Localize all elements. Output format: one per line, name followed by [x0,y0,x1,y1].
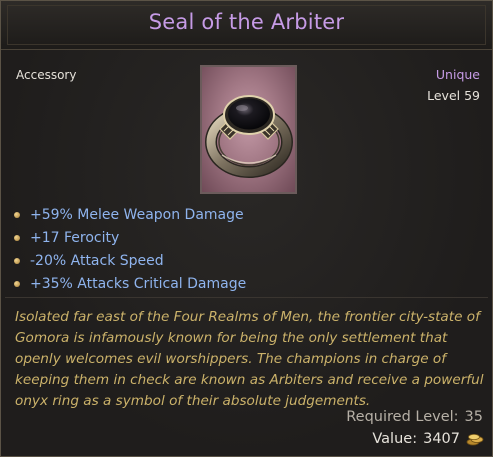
lore-line: Gomora is infamously known for being the… [15,330,448,346]
stat-row: +17 Ferocity [12,226,246,249]
gold-coins-icon [466,434,484,446]
stat-text: +17 Ferocity [30,229,120,246]
stat-text: +59% Melee Weapon Damage [30,206,244,223]
bullet-icon [14,280,20,287]
onyx-ring-icon [205,95,293,178]
required-level-value: 35 [464,409,483,425]
required-level-label: Required Level: [346,409,459,425]
lore-line: Isolated far east of the Four Realms of … [15,309,480,325]
stat-text: -20% Attack Speed [30,252,164,269]
item-level: Level 59 [427,88,480,103]
stat-row: +59% Melee Weapon Damage [12,203,246,226]
title-bar: Seal of the Arbiter [1,1,492,50]
stat-list: +59% Melee Weapon Damage +17 Ferocity -2… [12,203,246,295]
item-value: Value: 3407 [372,431,484,447]
bullet-icon [14,211,20,218]
required-level: Required Level: 35 [346,409,483,425]
stat-row: +35% Attacks Critical Damage [12,272,246,295]
item-rarity: Unique [435,67,480,82]
lore-line: keeping them in check are known as Arbit… [15,372,484,388]
value-amount: 3407 [423,431,460,447]
item-tooltip: Seal of the Arbiter Accessory Unique Lev… [0,0,493,457]
value-label: Value: [372,431,418,447]
lore-text: Isolated far east of the Four Realms of … [15,307,485,412]
bullet-icon [14,257,20,264]
stat-text: +35% Attacks Critical Damage [30,275,247,292]
bullet-icon [14,234,20,241]
stat-row: -20% Attack Speed [12,249,246,272]
divider [5,297,488,298]
item-portrait [200,65,297,194]
lore-line: openly welcomes evil worshippers. The ch… [15,351,446,367]
item-name: Seal of the Arbiter [148,10,345,34]
item-category: Accessory [16,68,77,82]
